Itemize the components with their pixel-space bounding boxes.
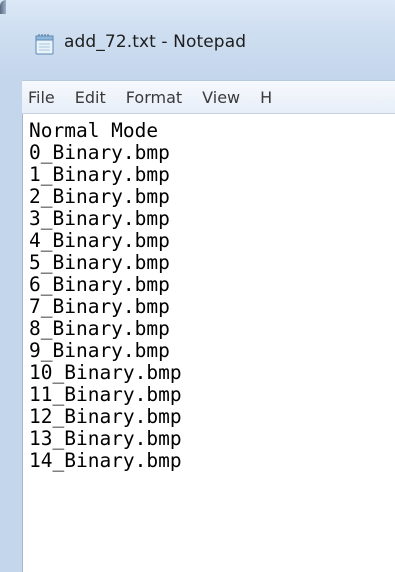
menu-file[interactable]: File: [28, 88, 55, 107]
text-line: 10_Binary.bmp: [29, 361, 182, 384]
text-line: 12_Binary.bmp: [29, 405, 182, 428]
menu-view[interactable]: View: [202, 88, 240, 107]
text-editor[interactable]: Normal Mode 0_Binary.bmp 1_Binary.bmp 2_…: [22, 114, 395, 572]
menu-edit[interactable]: Edit: [75, 88, 106, 107]
text-line: 7_Binary.bmp: [29, 295, 170, 318]
menu-help[interactable]: H: [260, 88, 272, 107]
window-title: add_72.txt - Notepad: [64, 32, 247, 52]
text-line: 1_Binary.bmp: [29, 163, 170, 186]
text-line: Normal Mode: [29, 119, 159, 142]
menu-bar: File Edit Format View H: [22, 80, 395, 114]
text-line: 14_Binary.bmp: [29, 449, 182, 472]
notepad-window: add_72.txt - Notepad File Edit Format Vi…: [0, 0, 395, 572]
menu-format[interactable]: Format: [126, 88, 182, 107]
text-line: 13_Binary.bmp: [29, 427, 182, 450]
text-line: 4_Binary.bmp: [29, 229, 170, 252]
text-line: 3_Binary.bmp: [29, 207, 170, 230]
notepad-icon[interactable]: [34, 33, 56, 55]
text-line: 0_Binary.bmp: [29, 141, 170, 164]
text-line: 11_Binary.bmp: [29, 383, 182, 406]
text-line: 5_Binary.bmp: [29, 251, 170, 274]
text-line: 9_Binary.bmp: [29, 339, 170, 362]
text-line: 6_Binary.bmp: [29, 273, 170, 296]
text-line: 8_Binary.bmp: [29, 317, 170, 340]
title-bar[interactable]: add_72.txt - Notepad: [0, 0, 395, 82]
text-line: 2_Binary.bmp: [29, 185, 170, 208]
